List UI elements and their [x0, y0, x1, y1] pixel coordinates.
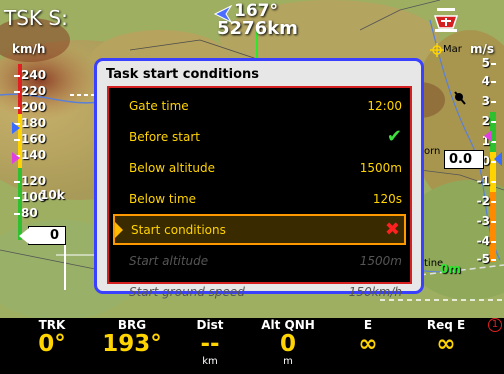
infobox-value: ∞	[436, 331, 456, 357]
infobox-brg[interactable]: BRG 193°	[90, 318, 174, 356]
vario-tick: 2	[482, 114, 496, 128]
cross-icon: ✖	[384, 218, 400, 240]
map-label-town: Mar	[443, 44, 462, 55]
row-label: Start altitude	[129, 253, 209, 268]
dialog-title: Task start conditions	[106, 67, 259, 82]
infobox-label: Dist	[196, 318, 224, 332]
infobox-dist[interactable]: Dist -- km	[168, 318, 252, 368]
row-start-altitude: Start altitude 1500m	[113, 245, 406, 276]
row-value: 1500m	[359, 253, 402, 268]
speed-target-icon	[12, 152, 20, 164]
row-label: Below time	[129, 191, 197, 206]
row-start-conditions[interactable]: Start conditions ✖	[113, 214, 406, 245]
row-value: 150km/h	[348, 284, 402, 299]
speed-tape: 240 220 200 180 160 140 120 100 80	[0, 60, 46, 240]
row-label: Start conditions	[131, 222, 226, 237]
current-speed-box: 0	[19, 226, 66, 245]
row-value: 1500m	[359, 160, 402, 175]
settings-list: Gate time 12:00 Before start ✔ Below alt…	[107, 86, 412, 299]
infobox-e[interactable]: E ∞	[326, 318, 410, 356]
row-label: Start ground speed	[129, 284, 245, 299]
infobox-unit: m	[283, 356, 293, 367]
row-below-altitude[interactable]: Below altitude 1500m	[113, 152, 406, 183]
map-scale-label: 10k	[40, 188, 65, 202]
speed-unit: km/h	[12, 42, 46, 56]
infobox-label: BRG	[117, 318, 147, 332]
infobox-req-e[interactable]: Req E ∞	[404, 318, 488, 356]
speed-tick: 120	[14, 174, 46, 188]
app-logo-icon[interactable]	[431, 6, 461, 34]
vario-tick: -1	[477, 174, 496, 188]
task-status-label: TSK S:	[4, 6, 68, 30]
vario-unit: m/s	[470, 42, 495, 56]
infobox-label: Alt QNH	[261, 318, 315, 332]
speed-tick: 220	[14, 84, 46, 98]
vario-tick: 3	[482, 94, 496, 108]
speed-tick: 240	[14, 68, 46, 82]
infobox-label: TRK	[38, 318, 66, 332]
vario-tick: -4	[477, 234, 496, 248]
infobox-label: E	[363, 318, 373, 332]
row-value: 12:00	[367, 98, 402, 113]
speed-marker-icon	[12, 122, 20, 134]
row-below-time[interactable]: Below time 120s	[113, 183, 406, 214]
check-icon: ✔	[386, 125, 402, 147]
infobox-label: Req E	[426, 318, 466, 332]
infobox-alt-qnh[interactable]: Alt QNH 0 m	[246, 318, 330, 368]
vario-tick: -5	[477, 252, 496, 266]
vario-tick: 5	[482, 56, 496, 70]
task-start-conditions-dialog: Task start conditions Gate time 12:00 Be…	[94, 58, 424, 299]
current-vario-box: 0.0	[444, 150, 484, 169]
row-before-start[interactable]: Before start ✔	[113, 121, 406, 152]
altitude-gain-readout: 0m	[440, 262, 461, 276]
row-value: 120s	[372, 191, 402, 206]
speed-tick: 160	[14, 132, 46, 146]
infobox-value: 193°	[102, 331, 162, 357]
vario-tick: -3	[477, 214, 496, 228]
infobox-trk[interactable]: TRK 0°	[10, 318, 94, 356]
infobox-value: 0°	[38, 331, 66, 357]
map-label-town: orn	[424, 146, 441, 157]
row-label: Before start	[129, 129, 200, 144]
vario-tick: 4	[482, 74, 496, 88]
vario-tick: -2	[477, 194, 496, 208]
infobox-unit: km	[202, 356, 218, 367]
speed-tick: 80	[14, 206, 38, 220]
vario-marker-icon	[494, 152, 502, 166]
speed-tick: 200	[14, 100, 46, 114]
nav-distance: 5276km	[217, 18, 298, 39]
infobox-value: 0	[279, 331, 296, 357]
vario-target-icon	[484, 130, 492, 142]
warning-count-badge[interactable]: 1	[488, 318, 502, 332]
infobox-value: --	[200, 331, 220, 357]
row-label: Below altitude	[129, 160, 215, 175]
row-start-ground-speed: Start ground speed 150km/h	[113, 276, 406, 307]
row-label: Gate time	[129, 98, 189, 113]
info-bar: TRK 0° BRG 193° Dist -- km Alt QNH 0 m E…	[0, 318, 504, 374]
infobox-value: ∞	[358, 331, 378, 357]
row-gate-time[interactable]: Gate time 12:00	[113, 90, 406, 121]
